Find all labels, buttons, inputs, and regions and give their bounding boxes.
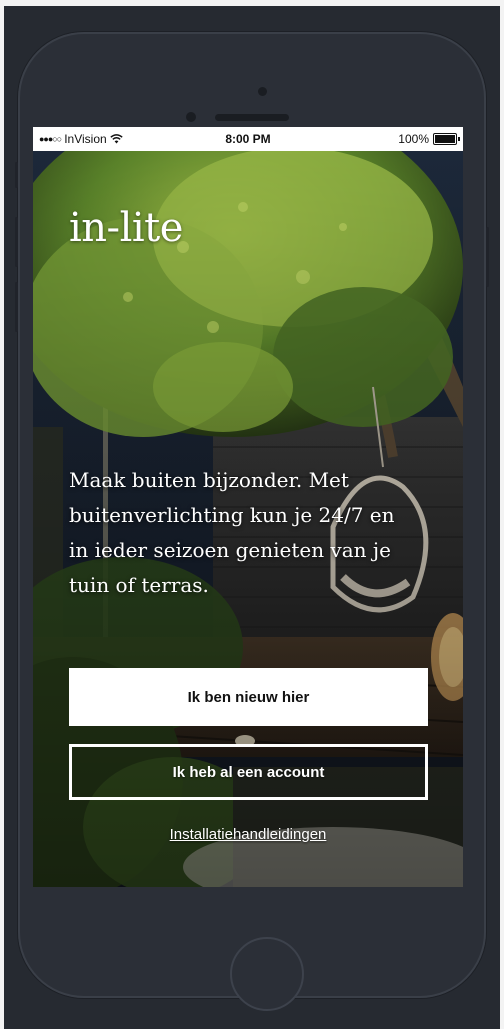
power-button xyxy=(486,227,489,287)
tagline-text: Maak buiten bijzonder. Met buitenverlich… xyxy=(69,468,395,597)
earpiece-speaker xyxy=(215,114,289,121)
existing-account-button[interactable]: Ik heb al een account xyxy=(69,744,428,800)
new-user-button[interactable]: Ik ben nieuw hier xyxy=(69,668,428,726)
proximity-sensor xyxy=(186,112,196,122)
app-screen: ●●●○○ InVision 8:00 PM 100% in-lite Maak… xyxy=(33,127,463,887)
battery-percentage: 100% xyxy=(398,132,429,146)
installation-manuals-link[interactable]: Installatiehandleidingen xyxy=(33,826,463,843)
front-camera xyxy=(258,87,267,96)
volume-down-button xyxy=(15,282,18,332)
app-logo: in-lite xyxy=(69,205,183,251)
status-right: 100% xyxy=(398,132,460,146)
status-bar: ●●●○○ InVision 8:00 PM 100% xyxy=(33,127,463,151)
battery-icon xyxy=(433,133,460,145)
home-button[interactable] xyxy=(230,937,304,1011)
volume-up-button xyxy=(15,217,18,267)
mute-switch xyxy=(15,162,18,188)
